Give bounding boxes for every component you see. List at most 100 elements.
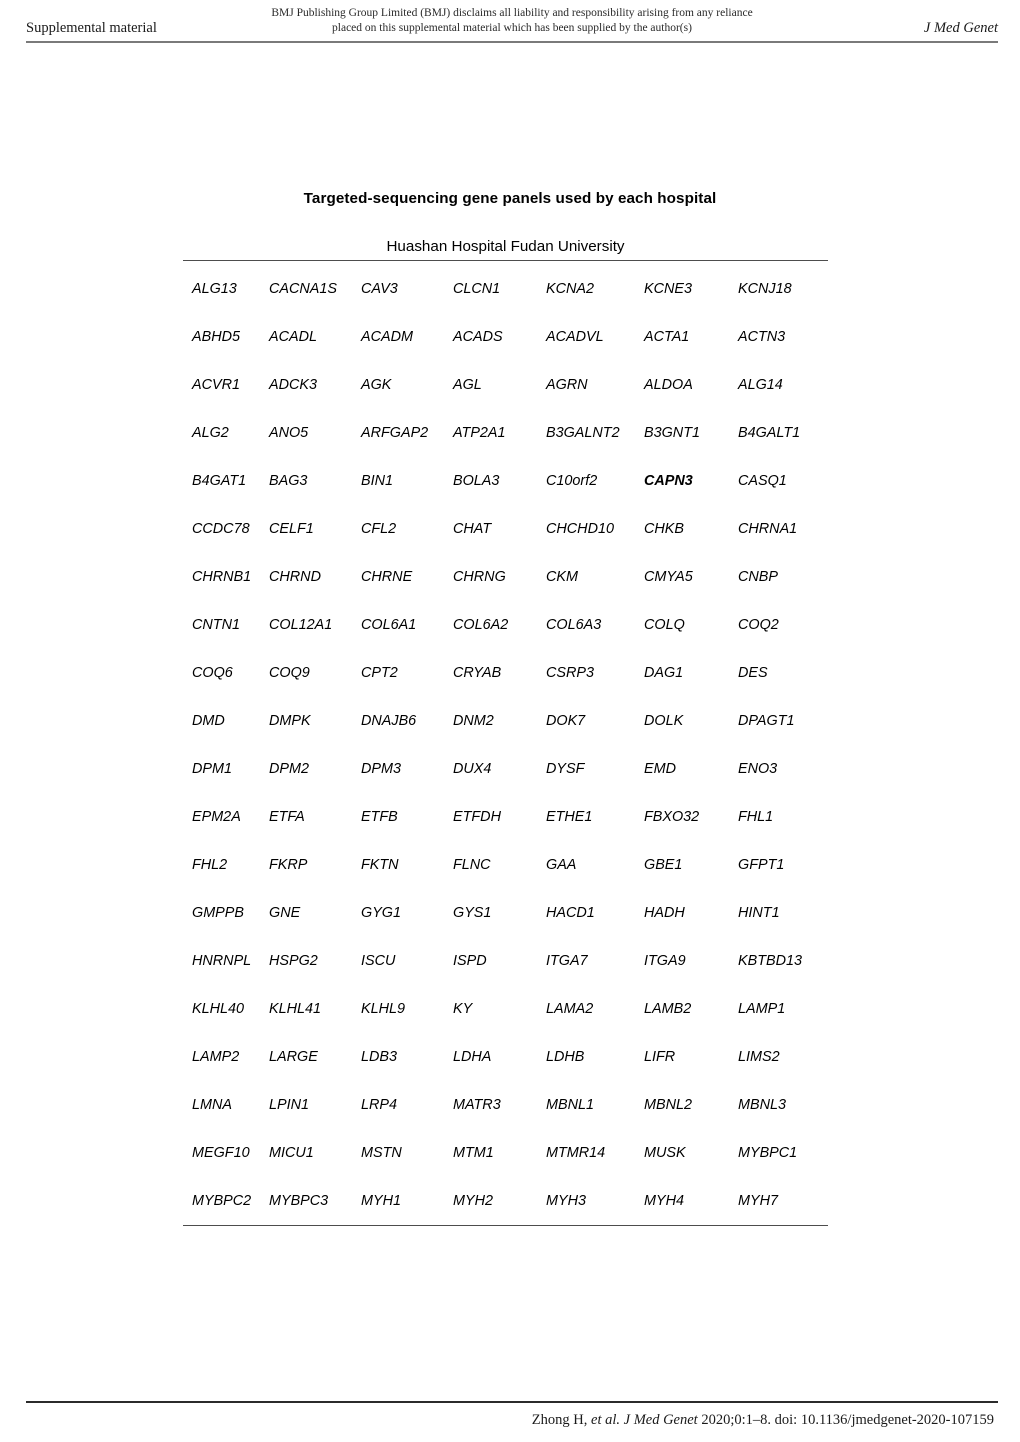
gene-cell: ACVR1 [192, 377, 240, 393]
gene-cell: MYH2 [453, 1193, 493, 1209]
gene-cell: KBTBD13 [738, 953, 802, 969]
gene-cell: DNM2 [453, 713, 494, 729]
gene-cell: HINT1 [738, 905, 780, 921]
gene-cell: CPT2 [361, 665, 398, 681]
gene-cell: LMNA [192, 1097, 232, 1113]
gene-cell: DYSF [546, 761, 585, 777]
gene-cell: ANO5 [269, 425, 309, 441]
gene-cell: ACADVL [546, 329, 604, 345]
gene-cell: DMD [192, 713, 225, 729]
gene-cell: GAA [546, 857, 577, 873]
gene-cell: FKTN [361, 857, 399, 873]
gene-cell: CSRP3 [546, 665, 594, 681]
gene-cell: MBNL3 [738, 1097, 786, 1113]
gene-cell: HADH [644, 905, 685, 921]
gene-cell: ARFGAP2 [361, 425, 429, 441]
gene-cell: COL12A1 [269, 617, 333, 633]
gene-cell: MEGF10 [192, 1145, 250, 1161]
gene-cell: DMPK [269, 713, 311, 729]
table-row: ACVR1 ADCK3 AGK AGL AGRN ALDOA ALG14 [183, 361, 828, 409]
gene-cell: ACTA1 [644, 329, 690, 345]
table-row: ABHD5 ACADL ACADM ACADS ACADVL ACTA1 ACTN3 [183, 313, 828, 361]
gene-cell: GNE [269, 905, 301, 921]
gene-cell: DAG1 [644, 665, 684, 681]
gene-cell: ABHD5 [192, 329, 240, 345]
gene-cell: CRYAB [453, 665, 502, 681]
gene-cell: BAG3 [269, 473, 308, 489]
gene-cell: CLCN1 [453, 281, 501, 297]
gene-cell: LAMA2 [546, 1001, 594, 1017]
table-row: MYBPC2 MYBPC3 MYH1 MYH2 MYH3 MYH4 MYH7 [183, 1177, 828, 1226]
footer-divider [26, 1401, 998, 1403]
gene-cell: CAPN3 [644, 473, 693, 489]
gene-cell: CHRNA1 [738, 521, 798, 537]
table-row: HNRNPL HSPG2 ISCU ISPD ITGA7 ITGA9 KBTBD13 [183, 937, 828, 985]
table-row: COQ6 COQ9 CPT2 CRYAB CSRP3 DAG1 DES [183, 649, 828, 697]
gene-cell: CHRNE [361, 569, 413, 585]
gene-cell: GMPPB [192, 905, 244, 921]
gene-panel-section: Huashan Hospital Fudan University ALG13 C… [183, 238, 828, 1226]
gene-cell: ETFB [361, 809, 398, 825]
gene-cell: ACADL [269, 329, 317, 345]
gene-cell: FLNC [453, 857, 491, 873]
gene-cell: AGK [361, 377, 392, 393]
table-row: MEGF10 MICU1 MSTN MTM1 MTMR14 MUSK MYBPC1 [183, 1129, 828, 1177]
gene-cell: ITGA9 [644, 953, 686, 969]
gene-cell: KCNJ18 [738, 281, 792, 297]
gene-cell: CCDC78 [192, 521, 250, 537]
gene-cell: MBNL1 [546, 1097, 594, 1113]
gene-cell: FHL1 [738, 809, 774, 825]
gene-cell: DOLK [644, 713, 684, 729]
gene-cell: BIN1 [361, 473, 393, 489]
gene-table-body: ALG13 CACNA1S CAV3 CLCN1 KCNA2 KCNE3 KCNJ18 ABH… [183, 261, 828, 1226]
gene-cell: LAMP2 [192, 1049, 240, 1065]
citation-author: Zhong H, [531, 1412, 588, 1428]
gene-cell: DPM3 [361, 761, 401, 777]
citation-details: 2020;0:1–8. doi: 10.1136/jmedgenet-2020-… [701, 1412, 994, 1428]
table-row: B4GAT1 BAG3 BIN1 BOLA3 C10orf2 CAPN3 CASQ1 [183, 457, 828, 505]
gene-cell: LPIN1 [269, 1097, 309, 1113]
gene-cell: HSPG2 [269, 953, 318, 969]
bmj-disclaimer-line-2: placed on this supplemental material whi… [332, 22, 692, 34]
page-footer-citation: Zhong H, et al. J Med Genet 2020;0:1–8. … [532, 1410, 994, 1430]
gene-cell: BOLA3 [453, 473, 500, 489]
gene-cell: ACADM [361, 329, 413, 345]
gene-cell: LIMS2 [738, 1049, 780, 1065]
gene-cell: COQ6 [192, 665, 233, 681]
gene-cell: B3GALNT2 [546, 425, 620, 441]
bmj-disclaimer: BMJ Publishing Group Limited (BMJ) discl… [212, 6, 812, 36]
gene-cell: ITGA7 [546, 953, 588, 969]
gene-cell: AGL [453, 377, 482, 393]
gene-cell: FHL2 [192, 857, 228, 873]
gene-cell: LAMB2 [644, 1001, 692, 1017]
gene-cell: KLHL41 [269, 1001, 322, 1017]
gene-cell: CACNA1S [269, 281, 337, 297]
gene-cell: FKRP [269, 857, 308, 873]
gene-cell: ALG2 [192, 425, 229, 441]
gene-cell: FBXO32 [644, 809, 700, 825]
table-row: ALG13 CACNA1S CAV3 CLCN1 KCNA2 KCNE3 KCNJ18 [183, 261, 828, 314]
gene-cell: MYBPC1 [738, 1145, 798, 1161]
table-row: CCDC78 CELF1 CFL2 CHAT CHCHD10 CHKB CHRNA1 [183, 505, 828, 553]
panel-heading-hospital: Huashan Hospital Fudan University [386, 238, 625, 255]
gene-cell: LIFR [644, 1049, 676, 1065]
gene-cell: CASQ1 [738, 473, 787, 489]
gene-cell: MYH7 [738, 1193, 778, 1209]
gene-cell: AGRN [546, 377, 588, 393]
bmj-disclaimer-line-1: BMJ Publishing Group Limited (BMJ) discl… [271, 7, 753, 19]
gene-cell: KY [453, 1001, 473, 1017]
gene-cell: COL6A3 [546, 617, 602, 633]
gene-cell: EPM2A [192, 809, 241, 825]
gene-cell: LDB3 [361, 1049, 397, 1065]
gene-cell: CHRNG [453, 569, 506, 585]
gene-cell: GYS1 [453, 905, 492, 921]
table-row: GMPPB GNE GYG1 GYS1 HACD1 HADH HINT1 [183, 889, 828, 937]
gene-cell: ENO3 [738, 761, 778, 777]
citation-journal: et al. J Med Genet [591, 1412, 698, 1428]
gene-cell: KLHL9 [361, 1001, 406, 1017]
table-row: LMNA LPIN1 LRP4 MATR3 MBNL1 MBNL2 MBNL3 [183, 1081, 828, 1129]
gene-cell: EMD [644, 761, 676, 777]
page-title: Targeted-sequencing gene panels used by … [303, 190, 717, 207]
gene-cell: HNRNPL [192, 953, 252, 969]
gene-cell: B4GAT1 [192, 473, 247, 489]
